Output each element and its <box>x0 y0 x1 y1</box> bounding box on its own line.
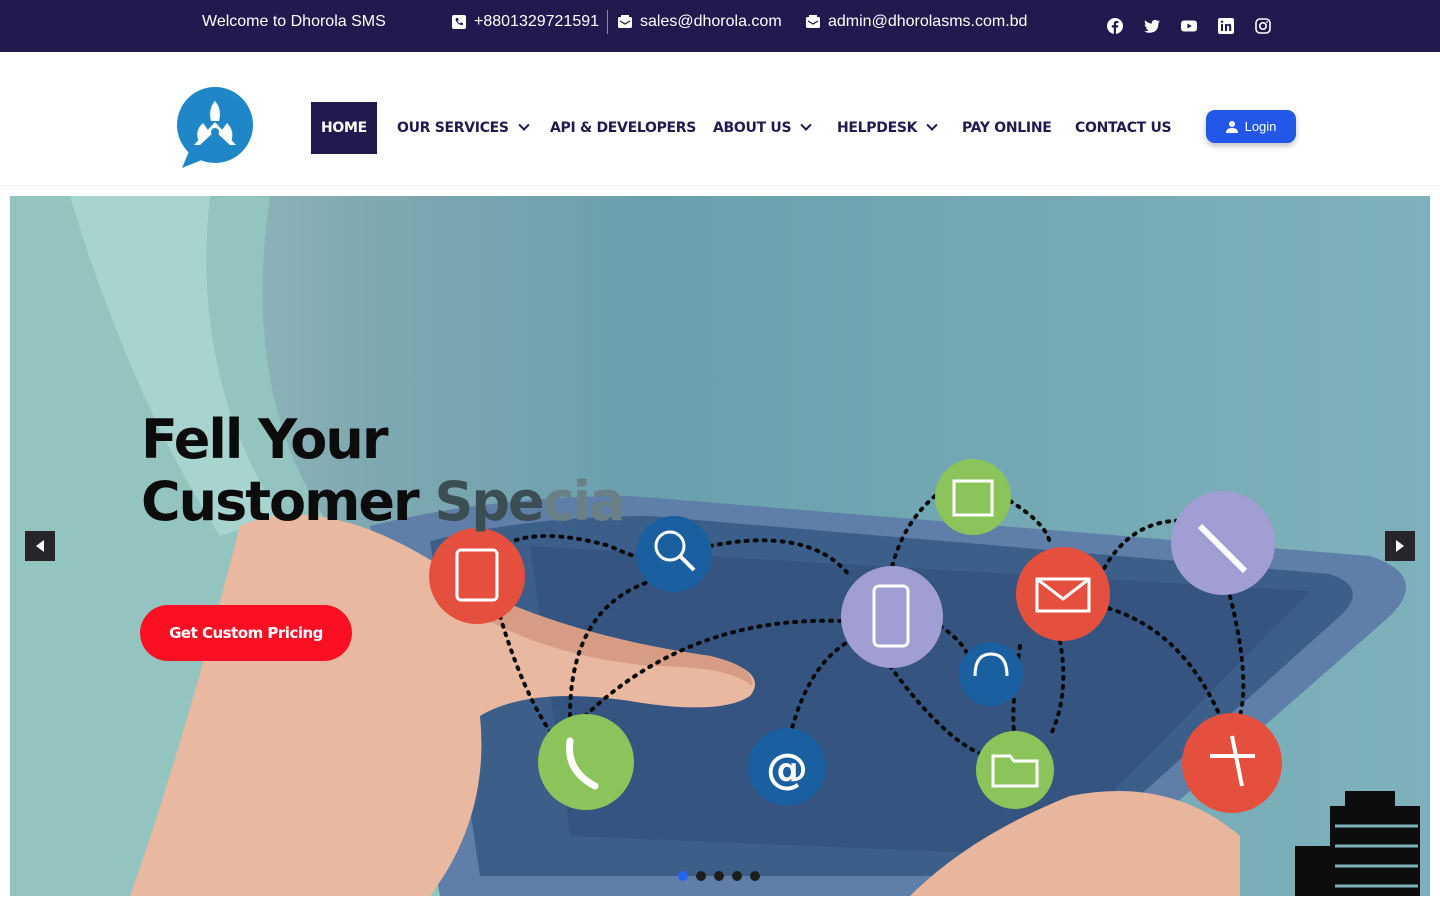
youtube-link[interactable] <box>1180 17 1198 35</box>
slider-dot-5[interactable] <box>750 871 760 881</box>
facebook-link[interactable] <box>1106 17 1124 35</box>
youtube-icon <box>1181 20 1197 32</box>
nav-our-services[interactable]: OUR SERVICES <box>397 102 530 154</box>
slider-next-button[interactable] <box>1385 531 1415 561</box>
nav-services-label: OUR SERVICES <box>397 120 509 136</box>
admin-email: admin@dhorolasms.com.bd <box>828 13 1028 30</box>
hero-slider: @ Fell Your Customer Specia Get Custom P… <box>10 196 1430 896</box>
admin-email-link[interactable]: admin@dhorolasms.com.bd <box>806 13 1027 31</box>
nav-about-label: ABOUT US <box>713 120 792 136</box>
linkedin-link[interactable] <box>1217 17 1235 35</box>
nav-home[interactable]: HOME <box>311 102 377 154</box>
svg-text:@: @ <box>766 744 808 793</box>
nav-helpdesk-label: HELPDESK <box>837 120 918 136</box>
nav-pay-label: PAY ONLINE <box>962 120 1052 136</box>
user-icon <box>1225 120 1238 133</box>
welcome-text: Welcome to Dhorola SMS <box>202 13 386 30</box>
instagram-link[interactable] <box>1254 17 1272 35</box>
nav-about-us[interactable]: ABOUT US <box>713 102 812 154</box>
caret-right-icon <box>1396 540 1404 552</box>
dhorola-logo-icon <box>177 87 253 168</box>
chevron-down-icon <box>800 119 812 131</box>
hero-title-line2-fade: Spe <box>434 470 544 533</box>
mail-bulk-icon <box>806 15 820 28</box>
nav-home-label: HOME <box>321 120 367 136</box>
contact-divider <box>607 10 608 34</box>
hero-title-line2: Customer Specia <box>141 470 626 533</box>
slider-dot-4[interactable] <box>732 871 742 881</box>
phone-link[interactable]: +8801329721591 <box>452 13 599 31</box>
nav-contact-label: CONTACT US <box>1075 120 1172 136</box>
hero-background-image: @ <box>10 196 1420 896</box>
linkedin-icon <box>1218 18 1234 34</box>
slider-dot-1[interactable] <box>678 871 688 881</box>
phone-icon <box>452 15 466 29</box>
twitter-link[interactable] <box>1143 17 1161 35</box>
top-bar: Welcome to Dhorola SMS +8801329721591 sa… <box>0 0 1440 52</box>
slider-pagination <box>678 871 760 881</box>
slider-prev-button[interactable] <box>25 531 55 561</box>
slider-dot-2[interactable] <box>696 871 706 881</box>
login-label: Login <box>1244 119 1277 134</box>
sales-email: sales@dhorola.com <box>640 13 782 30</box>
instagram-icon <box>1255 18 1271 34</box>
sales-email-link[interactable]: sales@dhorola.com <box>618 13 782 31</box>
caret-left-icon <box>36 540 44 552</box>
login-button[interactable]: Login <box>1206 110 1296 143</box>
nav-helpdesk[interactable]: HELPDESK <box>837 102 938 154</box>
hero-title: Fell Your Customer Specia <box>141 408 626 533</box>
nav-pay-online[interactable]: PAY ONLINE <box>962 102 1052 154</box>
get-custom-pricing-button[interactable]: Get Custom Pricing <box>140 605 352 661</box>
twitter-icon <box>1144 19 1160 33</box>
hero-title-line2-fade-more: cia <box>542 470 626 533</box>
nav-api-label: API & DEVELOPERS <box>550 120 697 136</box>
chevron-down-icon <box>926 119 938 131</box>
chevron-down-icon <box>518 119 530 131</box>
hero-title-line2-main: Customer <box>141 470 435 533</box>
nav-api-developers[interactable]: API & DEVELOPERS <box>550 102 696 154</box>
logo[interactable] <box>176 87 254 169</box>
phone-number: +8801329721591 <box>474 13 600 30</box>
nav-contact-us[interactable]: CONTACT US <box>1075 102 1172 154</box>
facebook-icon <box>1107 18 1123 34</box>
hero-title-line1: Fell Your <box>141 408 388 471</box>
mail-bulk-icon <box>618 15 632 28</box>
slider-dot-3[interactable] <box>714 871 724 881</box>
site-header: HOME OUR SERVICES API & DEVELOPERS ABOUT… <box>0 52 1440 186</box>
